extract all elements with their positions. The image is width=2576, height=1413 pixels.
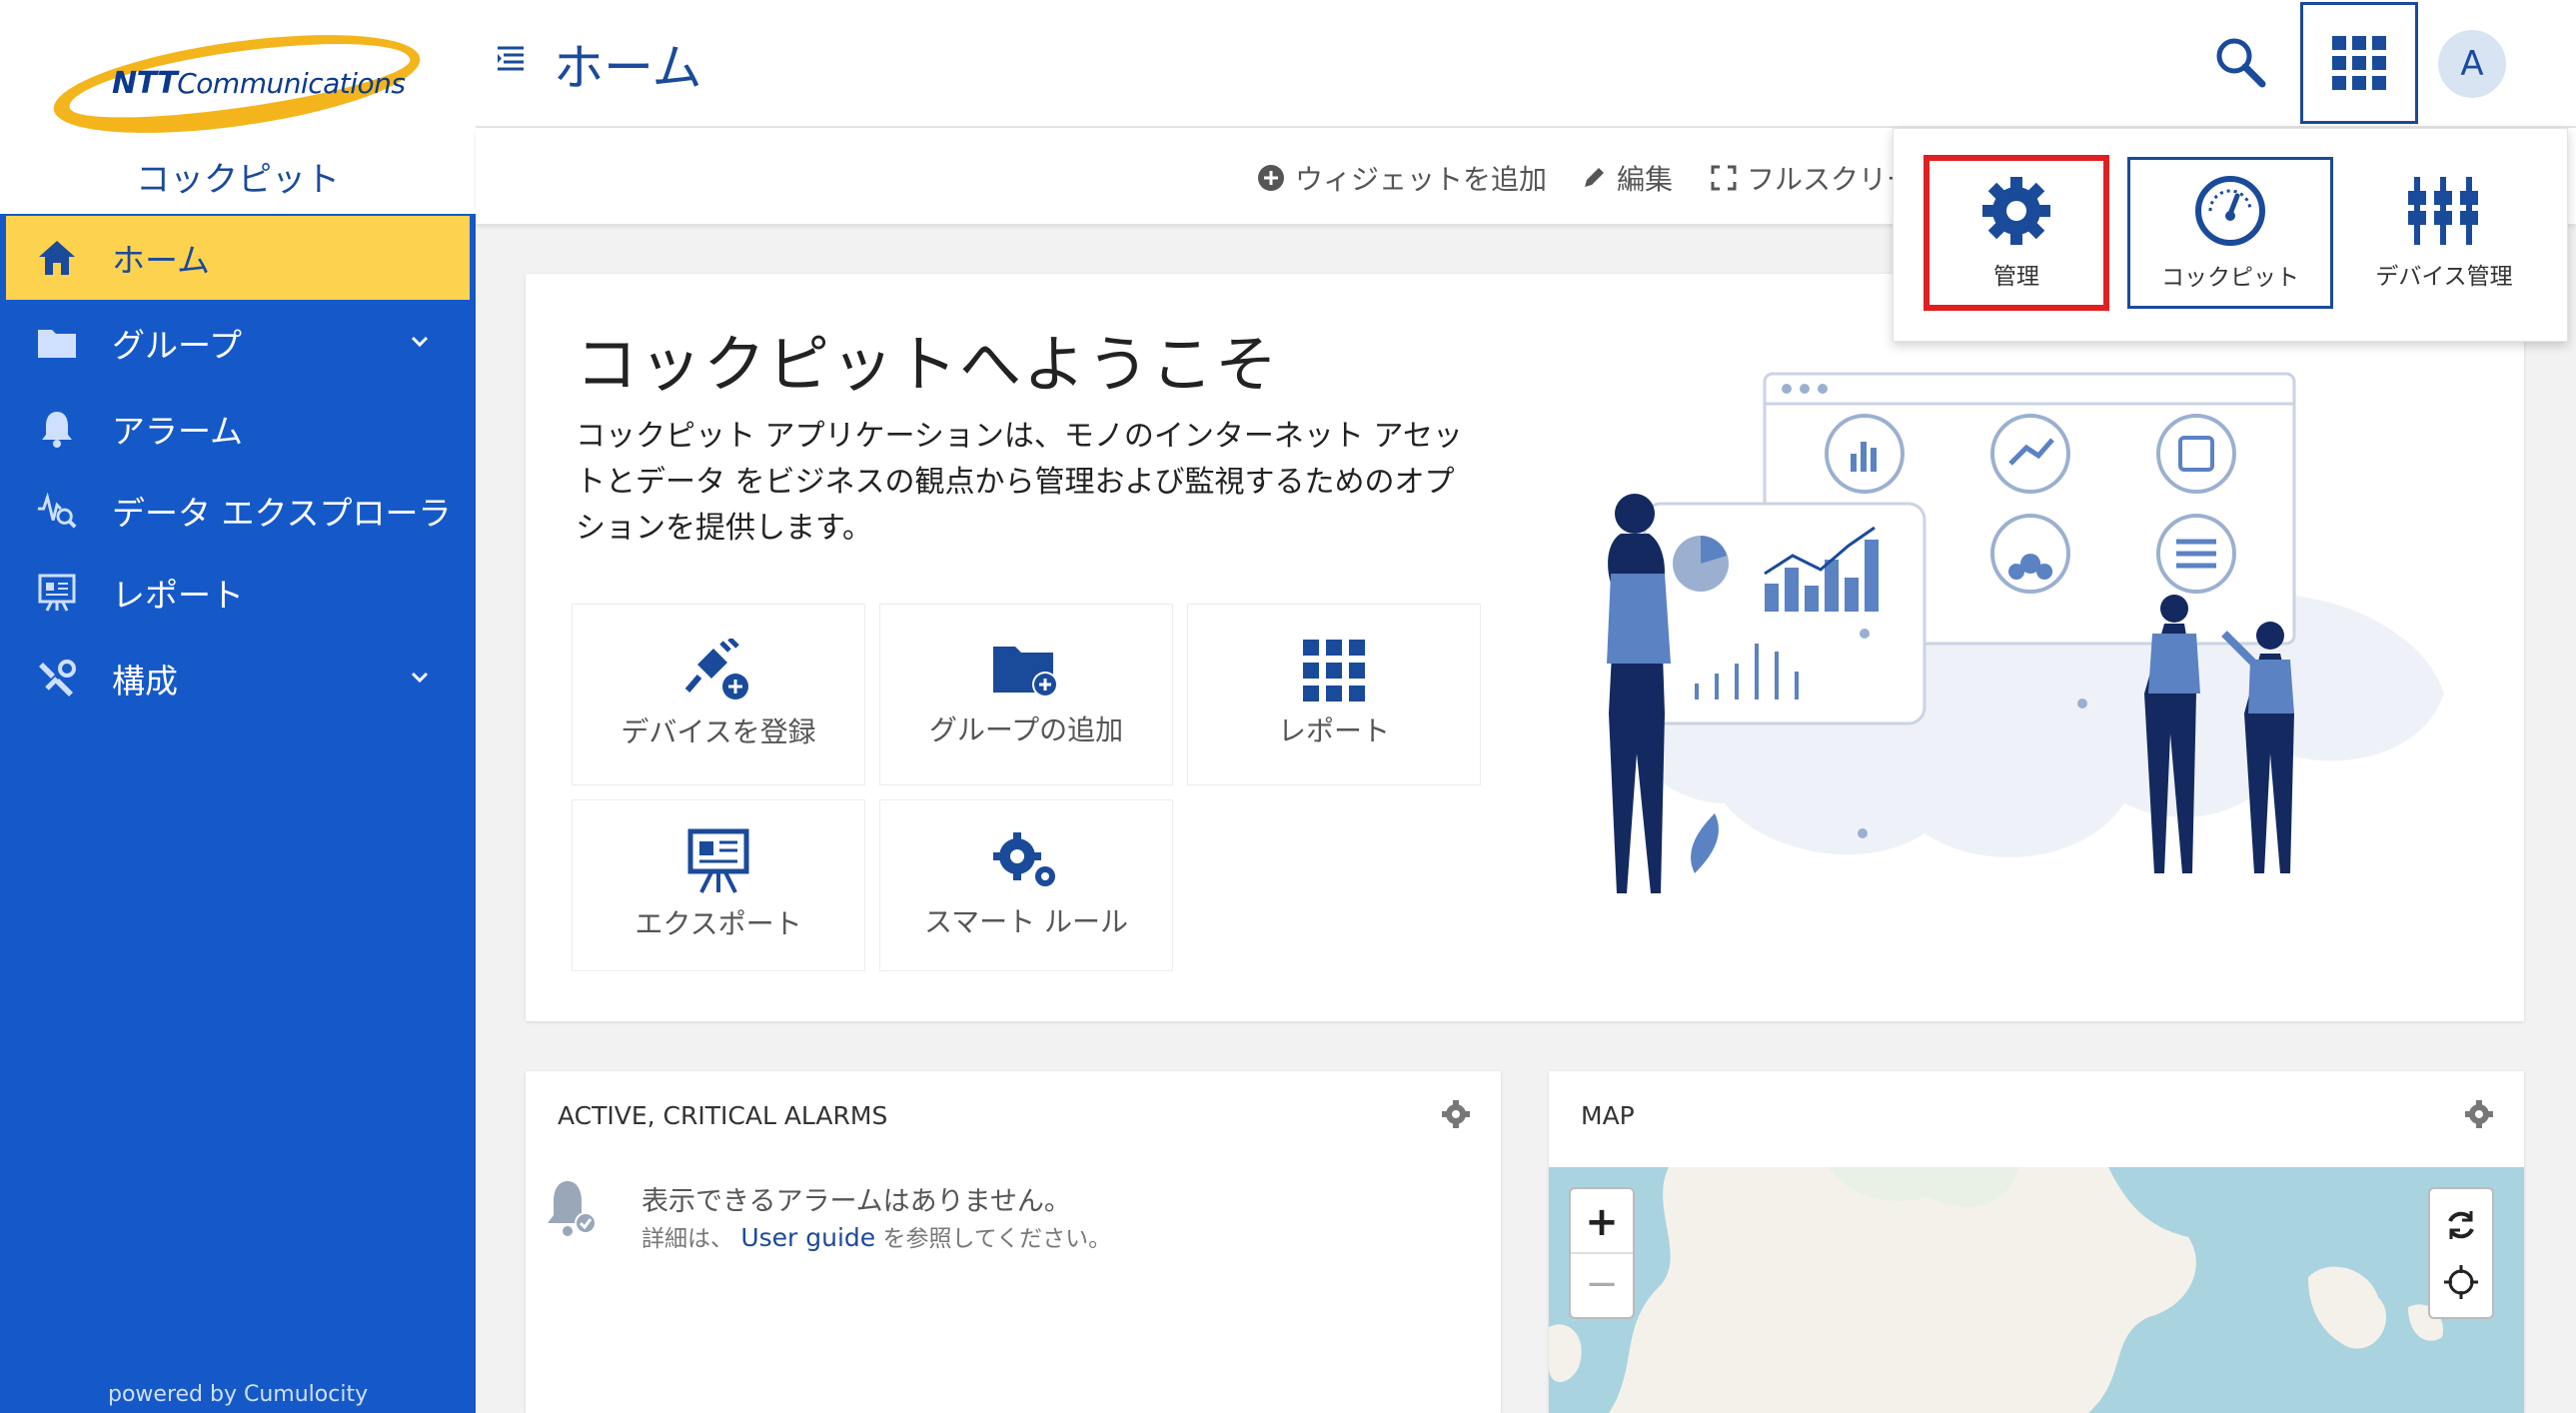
search-icon[interactable] <box>2210 32 2270 92</box>
sidebar-item-label: アラーム <box>112 412 244 451</box>
bell-check-icon <box>548 1181 597 1236</box>
sidebar-item-reports[interactable]: レポート <box>0 550 476 636</box>
sidebar: NTTCommunications コックピット ホーム グループ アラーム デ… <box>0 0 476 1413</box>
export-tile[interactable]: エクスポート <box>572 799 865 971</box>
tile-label: グループの追加 <box>928 713 1124 746</box>
sidebar-item-label: グループ <box>112 326 243 365</box>
app-switcher-dropdown: 管理 コックピット デバイス管理 <box>1893 128 2568 342</box>
sidebar-item-label: データ エクスプローラ <box>112 494 452 533</box>
chevron-down-icon[interactable] <box>408 666 432 690</box>
chevron-down-icon[interactable] <box>408 330 432 354</box>
edit-label: 編集 <box>1617 163 1674 196</box>
sidebar-item-configuration[interactable]: 構成 <box>0 636 476 721</box>
ntt-logo[interactable]: NTTCommunications <box>47 16 430 152</box>
edit-button[interactable]: 編集 <box>1581 158 1673 198</box>
app-name: コックピット <box>136 160 340 200</box>
plug-icon <box>684 639 748 700</box>
page-title: ホーム <box>554 39 702 97</box>
grid-icon <box>1303 640 1365 702</box>
app-label: コックピット <box>2161 265 2299 291</box>
add-widget-label: ウィジェットを追加 <box>1295 163 1548 196</box>
user-guide-link[interactable]: User guide <box>740 1223 875 1252</box>
user-avatar[interactable]: A <box>2438 30 2506 98</box>
gear-icon[interactable] <box>1441 1099 1471 1129</box>
zoom-out-button[interactable]: − <box>1571 1252 1633 1314</box>
tile-label: スマート ルール <box>923 905 1129 938</box>
report-tile[interactable]: レポート <box>1187 604 1481 785</box>
widget-title: ACTIVE, CRITICAL ALARMS <box>558 1101 888 1130</box>
map-canvas[interactable]: + − <box>1549 1167 2524 1413</box>
device-management-icon <box>2408 177 2478 245</box>
gear-icon <box>1982 177 2050 245</box>
app-label: 管理 <box>1993 264 2039 290</box>
data-explorer-icon <box>36 490 78 532</box>
detail-prefix: 詳細は、 <box>642 1226 733 1252</box>
map-side-controls <box>2428 1187 2494 1319</box>
alarms-detail: 詳細は、 User guide を参照してください。 <box>642 1219 1111 1253</box>
bell-icon <box>36 408 78 450</box>
plus-circle-icon <box>1258 165 1284 191</box>
map-landmass <box>1549 1167 2444 1413</box>
refresh-icon[interactable] <box>2443 1207 2479 1243</box>
welcome-title: コックピットへようこそ <box>576 328 1280 401</box>
logo-sub: Communications <box>177 67 406 100</box>
alarms-widget: ACTIVE, CRITICAL ALARMS 表示できるアラームはありません。… <box>526 1071 1501 1413</box>
app-tile-device-management[interactable]: デバイス管理 <box>2341 157 2547 309</box>
add-group-tile[interactable]: グループの追加 <box>879 604 1173 785</box>
sidebar-nav: ホーム グループ アラーム データ エクスプローラ レポート 構成 <box>0 216 476 721</box>
welcome-description: コックピット アプリケーションは、モノのインターネット アセットとデータ をビジ… <box>576 419 1463 546</box>
gear-icon[interactable] <box>2464 1099 2494 1129</box>
widget-title: MAP <box>1581 1101 1635 1130</box>
app-label: デバイス管理 <box>2375 264 2513 290</box>
welcome-card: コックピットへようこそ コックピット アプリケーションは、モノのインターネット … <box>526 274 2524 1021</box>
sidebar-item-home[interactable]: ホーム <box>6 216 470 300</box>
add-widget-button[interactable]: ウィジェットを追加 <box>1257 158 1547 198</box>
logo-main: NTT <box>112 66 178 101</box>
tile-label: デバイスを登録 <box>621 715 816 748</box>
gears-icon <box>993 832 1055 886</box>
pencil-icon <box>1585 168 1604 187</box>
expand-icon <box>1711 165 1737 191</box>
sidebar-item-alarms[interactable]: アラーム <box>0 386 476 472</box>
sidebar-item-label: 構成 <box>112 662 178 701</box>
folder-plus-icon <box>993 647 1058 698</box>
zoom-controls: + − <box>1569 1187 1635 1319</box>
brand-area: NTTCommunications コックピット <box>0 0 476 214</box>
alarms-empty-text: 表示できるアラームはありません。 <box>642 1186 1071 1217</box>
home-icon <box>36 237 78 279</box>
report-icon <box>36 572 78 614</box>
wrench-icon <box>36 658 78 700</box>
sidebar-item-groups[interactable]: グループ <box>0 300 476 386</box>
top-header: ホーム A <box>476 0 2576 128</box>
app-tile-administration[interactable]: 管理 <box>1924 155 2109 311</box>
locate-icon[interactable] <box>2444 1265 2478 1299</box>
app-switcher-button[interactable] <box>2300 2 2418 124</box>
tile-label: エクスポート <box>635 907 802 940</box>
welcome-illustration <box>1607 372 2444 893</box>
register-device-tile[interactable]: デバイスを登録 <box>572 604 865 785</box>
zoom-in-button[interactable]: + <box>1585 1192 1619 1252</box>
smart-rules-tile[interactable]: スマート ルール <box>879 799 1173 971</box>
app-tile-cockpit[interactable]: コックピット <box>2127 157 2333 309</box>
sidebar-item-label: レポート <box>112 576 244 615</box>
grid-icon <box>2332 36 2386 90</box>
powered-by: powered by Cumulocity <box>108 1382 369 1407</box>
tile-label: レポート <box>1277 714 1390 747</box>
folder-icon <box>36 322 78 364</box>
gauge-icon <box>2195 176 2265 246</box>
sidebar-item-label: ホーム <box>112 241 211 280</box>
presentation-icon <box>687 828 749 893</box>
map-widget: MAP + − <box>1549 1071 2524 1413</box>
menu-toggle-icon[interactable] <box>496 44 526 74</box>
detail-suffix: を参照してください。 <box>882 1226 1112 1252</box>
sidebar-item-data-explorer[interactable]: データ エクスプローラ <box>0 472 476 550</box>
